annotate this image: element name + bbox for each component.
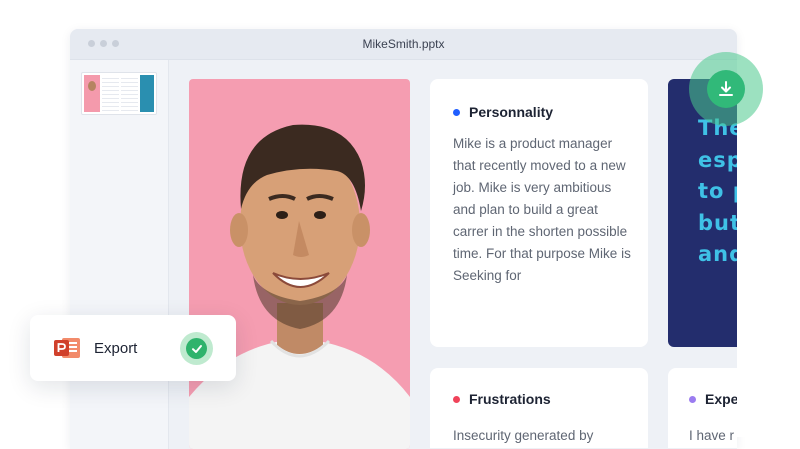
- bullet-dot: [453, 395, 460, 403]
- expectations-header: Expe: [689, 391, 737, 407]
- export-toast[interactable]: Export: [30, 315, 236, 381]
- check-icon: [191, 344, 202, 353]
- download-button[interactable]: [707, 70, 745, 108]
- download-icon: [719, 81, 733, 96]
- persona-photo: [189, 79, 410, 449]
- bullet-dot: [453, 108, 460, 116]
- personality-header: Personnality: [453, 104, 635, 120]
- title-bar: MikeSmith.pptx: [70, 29, 737, 60]
- frustrations-header: Frustrations: [453, 391, 635, 407]
- powerpoint-icon: [54, 338, 80, 358]
- personality-card: Personnality Mike is a product manager t…: [430, 79, 648, 347]
- window-title: MikeSmith.pptx: [362, 37, 445, 51]
- frustrations-title: Frustrations: [469, 391, 551, 407]
- slide-sidebar: [70, 60, 169, 449]
- quote-line: and: [698, 242, 737, 266]
- quote-line: to p: [698, 179, 737, 203]
- export-status: [180, 332, 213, 365]
- expectations-text: I have r: [689, 428, 735, 443]
- export-label: Export: [94, 340, 138, 357]
- expectations-title: Expe: [705, 391, 737, 407]
- personality-text: Mike is a product manager that recently …: [453, 136, 631, 283]
- personality-title: Personnality: [469, 104, 554, 120]
- persona-portrait-image: [189, 124, 410, 449]
- expectations-card: Expe I have r: [668, 368, 737, 448]
- frustrations-text: Insecurity generated by: [453, 428, 594, 443]
- slide-thumbnail[interactable]: [81, 72, 157, 115]
- quote-line: but: [698, 210, 737, 235]
- quote-line: esp: [698, 147, 737, 172]
- quote-text: The esp to p but and: [698, 113, 737, 271]
- bullet-dot: [689, 395, 696, 403]
- frustrations-card: Frustrations Insecurity generated by: [430, 368, 648, 448]
